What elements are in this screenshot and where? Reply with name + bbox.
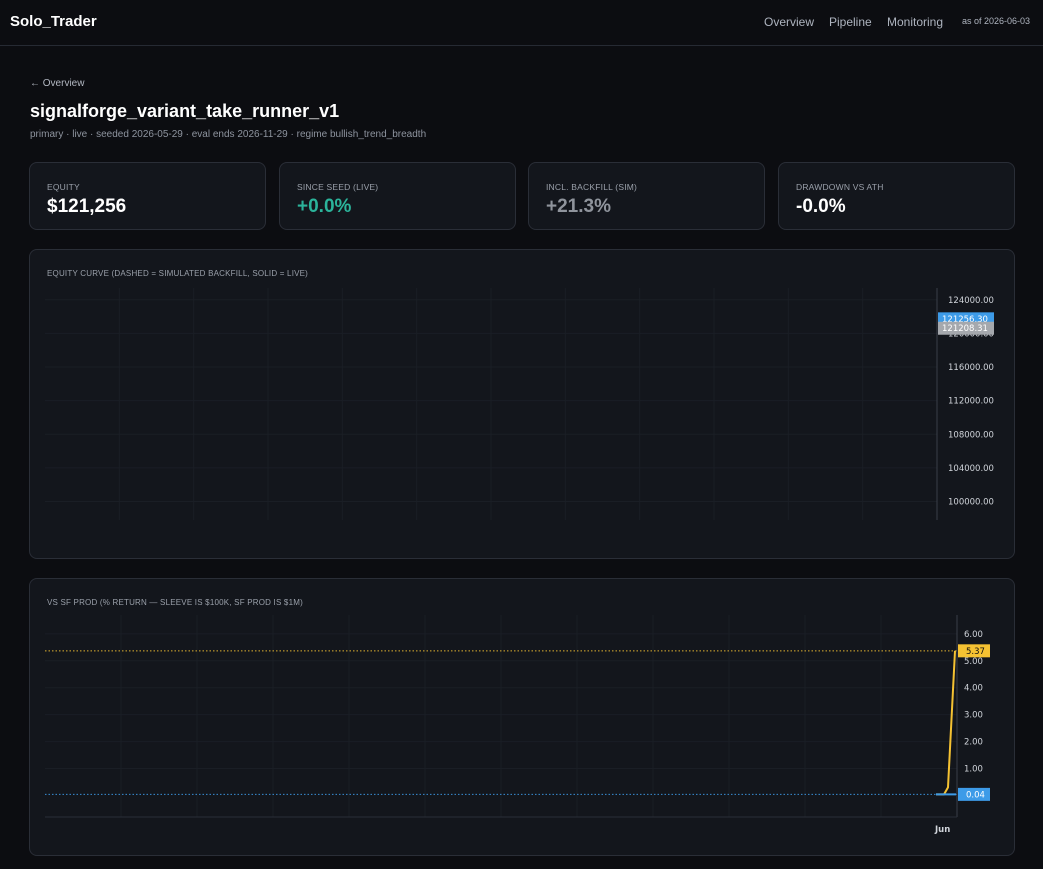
y-tick-label: 1.00 bbox=[964, 765, 983, 775]
nav-monitoring[interactable]: Monitoring bbox=[887, 15, 943, 29]
since-seed-label: SINCE SEED (LIVE) bbox=[297, 182, 379, 192]
page-title: signalforge_variant_take_runner_v1 bbox=[30, 101, 340, 121]
series-line bbox=[936, 650, 956, 796]
equity-card: EQUITY $121,256 bbox=[29, 162, 266, 230]
nav-pipeline[interactable]: Pipeline bbox=[829, 15, 872, 29]
since-seed-value: +0.0% bbox=[297, 196, 352, 217]
y-tick-label: 116000.00 bbox=[948, 363, 994, 373]
brand-logo[interactable]: Solo_Trader bbox=[10, 13, 97, 30]
drawdown-value: -0.0% bbox=[796, 196, 846, 217]
equity-label: EQUITY bbox=[47, 182, 80, 192]
back-to-overview-link[interactable]: ← Overview bbox=[30, 78, 84, 89]
as-of-date: as of 2026-06-03 bbox=[962, 16, 1031, 26]
price-tag-label: 5.37 bbox=[966, 647, 985, 657]
backfill-label: INCL. BACKFILL (SIM) bbox=[546, 182, 638, 192]
price-tag-label: 0.04 bbox=[966, 790, 985, 800]
strategy-subtitle: primary · live · seeded 2026-05-29 · eva… bbox=[30, 129, 427, 140]
y-tick-label: 104000.00 bbox=[948, 464, 994, 474]
y-tick-label: 3.00 bbox=[964, 711, 983, 721]
since-seed-card: SINCE SEED (LIVE) +0.0% bbox=[279, 162, 516, 230]
equity-value: $121,256 bbox=[47, 196, 127, 217]
equity-curve-panel: EQUITY CURVE (DASHED = SIMULATED BACKFIL… bbox=[29, 249, 1015, 559]
backfill-value: +21.3% bbox=[546, 196, 611, 217]
y-tick-label: 5.00 bbox=[964, 657, 983, 667]
drawdown-label: DRAWDOWN VS ATH bbox=[796, 182, 884, 192]
y-tick-label: 112000.00 bbox=[948, 397, 994, 407]
equity-curve-chart[interactable]: 124000.00120000.00116000.00112000.001080… bbox=[30, 250, 1016, 560]
y-tick-label: 6.00 bbox=[964, 630, 983, 640]
x-tick-label: Jun bbox=[934, 825, 950, 835]
nav-overview[interactable]: Overview bbox=[764, 15, 814, 29]
y-tick-label: 124000.00 bbox=[948, 296, 994, 306]
y-tick-label: 2.00 bbox=[964, 738, 983, 748]
vs-sf-prod-chart[interactable]: 6.00 5.00 4.00 3.00 2.00 1.00 5.37 0.04 Jun bbox=[30, 579, 1016, 857]
price-tag-label: 121208.31 bbox=[942, 324, 988, 334]
top-nav-bar: Solo_Trader Overview Pipeline Monitoring… bbox=[0, 0, 1043, 46]
drawdown-card: DRAWDOWN VS ATH -0.0% bbox=[778, 162, 1015, 230]
y-tick-label: 108000.00 bbox=[948, 430, 994, 440]
vs-sf-prod-panel: VS SF PROD (% RETURN — SLEEVE IS $100K, … bbox=[29, 578, 1015, 856]
y-tick-label: 100000.00 bbox=[948, 498, 994, 508]
y-tick-label: 4.00 bbox=[964, 684, 983, 694]
backfill-card: INCL. BACKFILL (SIM) +21.3% bbox=[528, 162, 765, 230]
